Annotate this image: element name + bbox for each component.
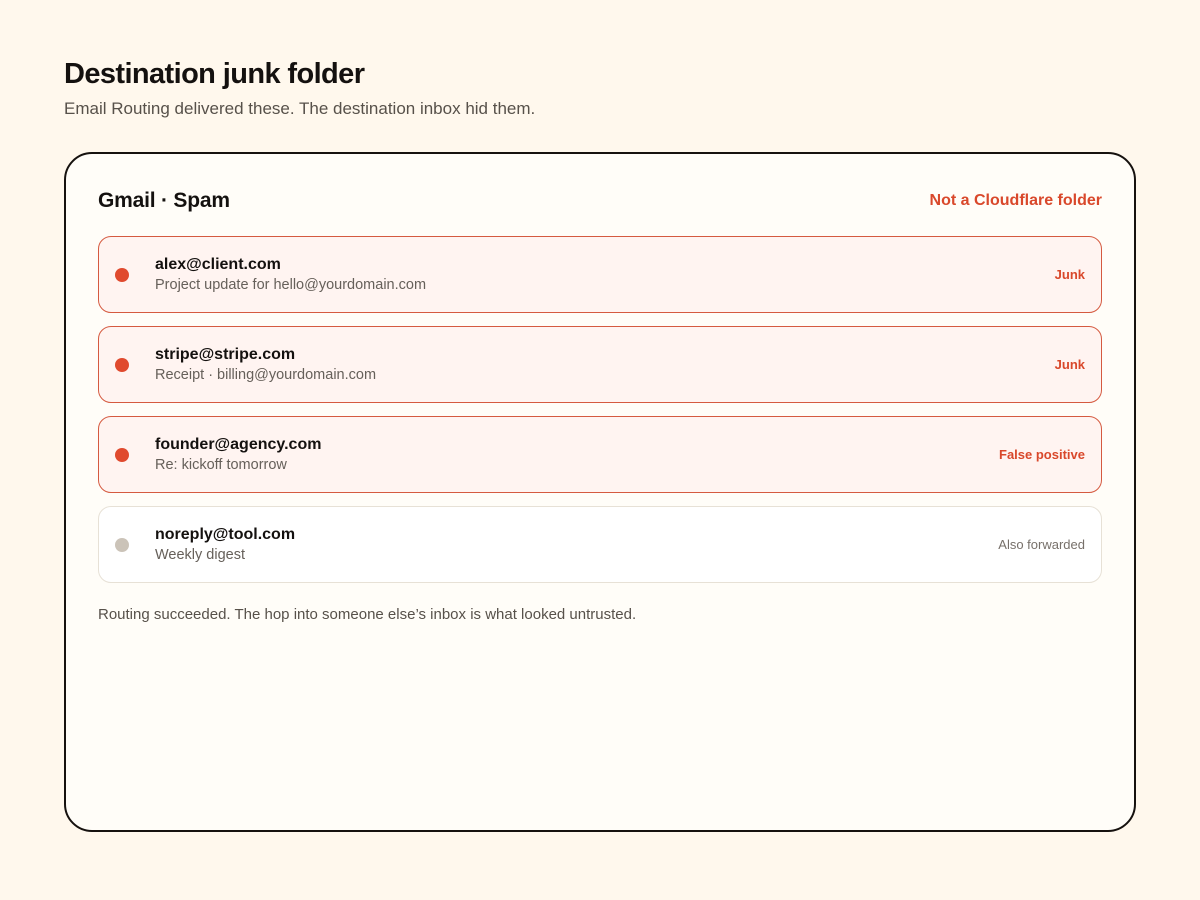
message-row-founder[interactable]: founder@agency.com Re: kickoff tomorrow …	[98, 416, 1102, 493]
message-status-tag: Junk	[1054, 357, 1085, 372]
status-dot-icon	[115, 537, 129, 552]
message-subject: Weekly digest	[155, 546, 245, 563]
message-text: stripe@stripe.com Receipt · billing@your…	[155, 345, 1055, 385]
page-title: Destination junk folder	[64, 58, 365, 90]
status-dot-icon	[115, 267, 129, 282]
panel-footnote: Routing succeeded. The hop into someone …	[98, 606, 637, 623]
spam-folder-panel: Gmail · Spam Not a Cloudflare folder ale…	[64, 152, 1136, 832]
message-status-tag: Junk	[1054, 267, 1085, 282]
message-subject: Project update for hello@yourdomain.com	[155, 276, 427, 293]
message-sender: founder@agency.com	[155, 435, 322, 453]
message-sender: alex@client.com	[155, 255, 281, 273]
page-header: Destination junk folder Email Routing de…	[64, 56, 1136, 120]
panel-header: Gmail · Spam Not a Cloudflare folder	[98, 186, 1102, 216]
message-text: noreply@tool.com Weekly digest	[155, 525, 998, 565]
message-status-tag: Also forwarded	[998, 537, 1085, 552]
message-text: founder@agency.com Re: kickoff tomorrow	[155, 435, 999, 475]
message-row-alex[interactable]: alex@client.com Project update for hello…	[98, 236, 1102, 313]
message-sender: noreply@tool.com	[155, 525, 296, 543]
folder-title: Gmail · Spam	[98, 189, 230, 212]
message-list: alex@client.com Project update for hello…	[98, 236, 1102, 583]
message-row-stripe[interactable]: stripe@stripe.com Receipt · billing@your…	[98, 326, 1102, 403]
message-text: alex@client.com Project update for hello…	[155, 255, 1055, 295]
message-subject: Re: kickoff tomorrow	[155, 456, 287, 473]
message-sender: stripe@stripe.com	[155, 345, 296, 363]
status-dot-icon	[115, 447, 129, 462]
folder-warning-label: Not a Cloudflare folder	[929, 192, 1102, 209]
message-subject: Receipt · billing@yourdomain.com	[155, 366, 377, 383]
message-row-noreply[interactable]: noreply@tool.com Weekly digest Also forw…	[98, 506, 1102, 583]
message-status-tag: False positive	[999, 447, 1085, 462]
page-subtitle: Email Routing delivered these. The desti…	[64, 99, 536, 118]
status-dot-icon	[115, 357, 129, 372]
